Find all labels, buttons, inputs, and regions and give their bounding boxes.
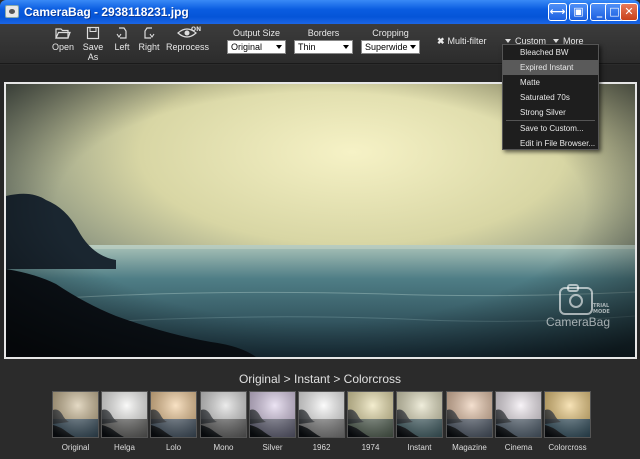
filter-preview-image (101, 391, 148, 438)
filter-preview-image (544, 391, 591, 438)
filter-preview-image (249, 391, 296, 438)
rotate-right-icon (144, 27, 155, 39)
multifilter-label: Multi-filter (447, 36, 487, 46)
rotate-left-icon (116, 27, 127, 39)
filter-thumbnail-label: Original (61, 443, 90, 452)
filter-thumbnail-label: Lolo (165, 443, 182, 452)
filter-thumbnail[interactable]: Silver (249, 391, 296, 452)
filter-preview-image (200, 391, 247, 438)
filter-thumbnail-label: 1974 (361, 443, 380, 452)
reprocess-button[interactable]: Reprocess (166, 26, 210, 52)
filter-thumbnail[interactable]: Cinema (495, 391, 542, 452)
menu-item-edit-in-file-browser[interactable]: Edit in File Browser... (503, 136, 598, 151)
filter-thumbnail[interactable]: 1974 (347, 391, 394, 452)
chevron-down-icon (410, 45, 416, 49)
menu-item-expired-instant[interactable]: Expired Instant (503, 60, 598, 75)
resize-toggle-button[interactable]: ⟷ (548, 3, 567, 21)
filter-thumbnail-label: Cinema (504, 443, 533, 452)
filter-preview-image (150, 391, 197, 438)
output-size-label: Output Size (232, 28, 281, 38)
multifilter-button[interactable]: ✖ Multi-filter (437, 36, 487, 47)
borders-label: Borders (307, 28, 340, 38)
filter-thumbnail-label: Instant (407, 443, 432, 452)
triangle-down-icon (505, 39, 511, 43)
brand-label: CameraBag (546, 315, 611, 329)
rotate-left-button[interactable]: Left (113, 26, 131, 52)
filter-thumbnail[interactable]: 1962 (298, 391, 345, 452)
filter-thumbnail[interactable]: Magazine (446, 391, 493, 452)
chevron-down-icon (276, 45, 282, 49)
floppy-disk-icon (86, 26, 100, 40)
reprocess-state-label: ON (191, 26, 202, 33)
filter-preview-image (347, 391, 394, 438)
filter-thumbnail[interactable]: Instant (396, 391, 443, 452)
right-label: Right (138, 42, 160, 52)
filter-thumbnail-label: 1962 (312, 443, 331, 452)
rotate-right-button[interactable]: Right (138, 26, 160, 52)
reprocess-label: Reprocess (166, 42, 210, 52)
menu-item-strong-silver[interactable]: Strong Silver (503, 105, 598, 120)
output-size-select[interactable]: Original (227, 40, 286, 54)
borders-group: Borders Thin (294, 28, 353, 54)
filter-thumbnail-label: Colorcross (548, 443, 587, 452)
cropping-select[interactable]: Superwide (361, 40, 420, 54)
left-label: Left (114, 42, 130, 52)
window-title: CameraBag - 2938118231.jpg (24, 5, 189, 19)
chevron-down-icon (343, 45, 349, 49)
filter-preview-image (52, 391, 99, 438)
cropping-label: Cropping (372, 28, 409, 38)
filter-path-breadcrumb: Original > Instant > Colorcross (238, 372, 402, 386)
filter-thumbnail-label: Helga (114, 443, 135, 452)
filter-preview-image (298, 391, 345, 438)
menu-item-save-to-custom[interactable]: Save to Custom... (503, 121, 598, 136)
open-button[interactable]: Open (52, 26, 74, 52)
custom-filter-menu: Bleached BW Expired Instant Matte Satura… (502, 44, 599, 150)
fullscreen-button[interactable]: ▣ (569, 3, 588, 21)
filter-thumbnail[interactable]: Helga (101, 391, 148, 452)
app-camera-icon (5, 5, 19, 18)
menu-item-bleached-bw[interactable]: Bleached BW (503, 45, 598, 60)
filter-thumbnail[interactable]: Original (52, 391, 99, 452)
cropping-value: Superwide (365, 42, 408, 52)
title-bar: CameraBag - 2938118231.jpg ⟷ ▣ _ □ ✕ (0, 0, 640, 24)
triangle-down-icon (553, 39, 559, 43)
x-icon: ✖ (437, 36, 445, 46)
menu-item-saturated-70s[interactable]: Saturated 70s (503, 90, 598, 105)
trial-mode-label: TRIAL MODE (593, 303, 610, 315)
save-as-button[interactable]: Save As (77, 26, 109, 62)
open-label: Open (52, 42, 75, 52)
camerabag-logo-icon (559, 284, 593, 315)
filter-thumbnail-label: Silver (262, 443, 283, 452)
borders-select[interactable]: Thin (294, 40, 353, 54)
filter-thumbnail-label: Mono (213, 443, 234, 452)
folder-icon (55, 28, 71, 39)
menu-item-matte[interactable]: Matte (503, 75, 598, 90)
filter-preview-image (446, 391, 493, 438)
filter-thumbnail[interactable]: Mono (200, 391, 247, 452)
borders-value: Thin (298, 42, 316, 52)
save-as-label: Save As (82, 42, 104, 62)
filter-preview-image (396, 391, 443, 438)
close-button[interactable]: ✕ (620, 3, 638, 21)
output-size-value: Original (231, 42, 263, 52)
output-size-group: Output Size Original (227, 28, 286, 54)
filter-thumbnail[interactable]: Colorcross (544, 391, 591, 452)
filter-thumbnail-label: Magazine (452, 443, 487, 452)
filter-preview-image (495, 391, 542, 438)
cropping-group: Cropping Superwide (361, 28, 420, 54)
filter-thumbnail[interactable]: Lolo (150, 391, 197, 452)
